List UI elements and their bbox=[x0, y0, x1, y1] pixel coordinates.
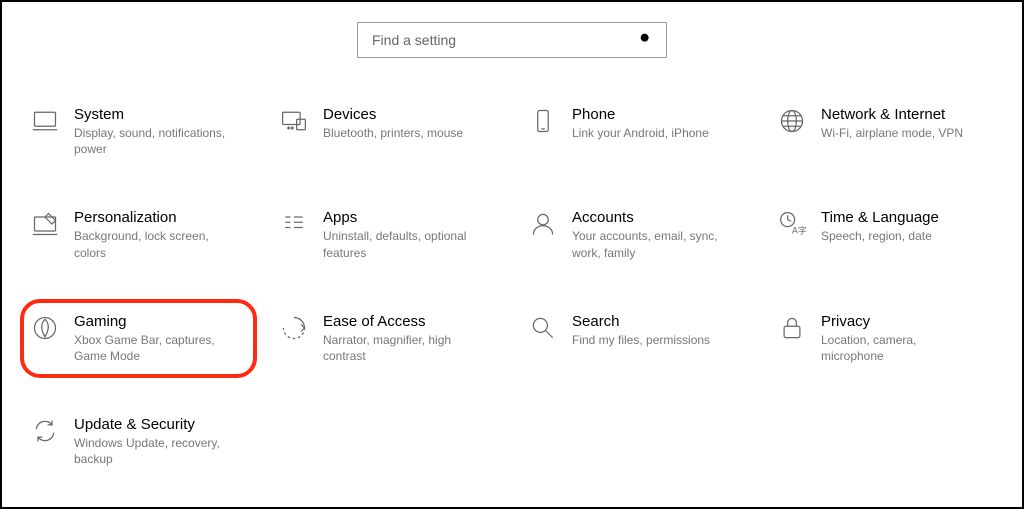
tile-text: Privacy Location, camera, microphone bbox=[821, 313, 981, 364]
search-box[interactable] bbox=[357, 22, 667, 58]
tile-title: Update & Security bbox=[74, 416, 234, 433]
tile-desc: Background, lock screen, colors bbox=[74, 228, 234, 260]
tile-time-language[interactable]: A字 Time & Language Speech, region, date bbox=[771, 201, 1000, 268]
tile-desc: Location, camera, microphone bbox=[821, 332, 981, 364]
tile-personalization[interactable]: Personalization Background, lock screen,… bbox=[24, 201, 253, 268]
tile-desc: Your accounts, email, sync, work, family bbox=[572, 228, 732, 260]
tile-privacy[interactable]: Privacy Location, camera, microphone bbox=[771, 305, 1000, 372]
tile-title: Network & Internet bbox=[821, 106, 963, 123]
search-container bbox=[16, 22, 1008, 58]
tile-system[interactable]: System Display, sound, notifications, po… bbox=[24, 98, 253, 165]
tile-text: Time & Language Speech, region, date bbox=[821, 209, 939, 244]
tile-text: Personalization Background, lock screen,… bbox=[74, 209, 234, 260]
tile-title: Search bbox=[572, 313, 710, 330]
phone-icon bbox=[528, 106, 558, 136]
ease-of-access-icon bbox=[279, 313, 309, 343]
tile-text: Network & Internet Wi-Fi, airplane mode,… bbox=[821, 106, 963, 141]
tile-gaming[interactable]: Gaming Xbox Game Bar, captures, Game Mod… bbox=[20, 299, 257, 378]
tile-desc: Windows Update, recovery, backup bbox=[74, 435, 234, 467]
tile-desc: Speech, region, date bbox=[821, 228, 939, 244]
tile-accounts[interactable]: Accounts Your accounts, email, sync, wor… bbox=[522, 201, 751, 268]
devices-icon bbox=[279, 106, 309, 136]
tile-apps[interactable]: Apps Uninstall, defaults, optional featu… bbox=[273, 201, 502, 268]
tile-ease-of-access[interactable]: Ease of Access Narrator, magnifier, high… bbox=[273, 305, 502, 372]
apps-icon bbox=[279, 209, 309, 239]
settings-grid: System Display, sound, notifications, po… bbox=[16, 98, 1008, 476]
tile-title: Accounts bbox=[572, 209, 732, 226]
personalization-icon bbox=[30, 209, 60, 239]
search-tile-icon bbox=[528, 313, 558, 343]
tile-phone[interactable]: Phone Link your Android, iPhone bbox=[522, 98, 751, 165]
tile-text: Update & Security Windows Update, recove… bbox=[74, 416, 234, 467]
update-icon bbox=[30, 416, 60, 446]
tile-text: System Display, sound, notifications, po… bbox=[74, 106, 234, 157]
search-icon bbox=[638, 31, 654, 50]
tile-desc: Bluetooth, printers, mouse bbox=[323, 125, 463, 141]
tile-desc: Narrator, magnifier, high contrast bbox=[323, 332, 483, 364]
tile-text: Devices Bluetooth, printers, mouse bbox=[323, 106, 463, 141]
svg-text:A字: A字 bbox=[792, 225, 806, 236]
tile-title: System bbox=[74, 106, 234, 123]
tile-devices[interactable]: Devices Bluetooth, printers, mouse bbox=[273, 98, 502, 165]
search-input[interactable] bbox=[370, 31, 638, 49]
tile-title: Gaming bbox=[74, 313, 234, 330]
tile-text: Accounts Your accounts, email, sync, wor… bbox=[572, 209, 732, 260]
tile-title: Phone bbox=[572, 106, 709, 123]
settings-window: System Display, sound, notifications, po… bbox=[0, 0, 1024, 509]
tile-title: Apps bbox=[323, 209, 483, 226]
tile-desc: Wi-Fi, airplane mode, VPN bbox=[821, 125, 963, 141]
tile-text: Ease of Access Narrator, magnifier, high… bbox=[323, 313, 483, 364]
tile-desc: Display, sound, notifications, power bbox=[74, 125, 234, 157]
tile-update-security[interactable]: Update & Security Windows Update, recove… bbox=[24, 408, 253, 475]
tile-title: Privacy bbox=[821, 313, 981, 330]
tile-network[interactable]: Network & Internet Wi-Fi, airplane mode,… bbox=[771, 98, 1000, 165]
accounts-icon bbox=[528, 209, 558, 239]
privacy-icon bbox=[777, 313, 807, 343]
tile-desc: Xbox Game Bar, captures, Game Mode bbox=[74, 332, 234, 364]
tile-text: Search Find my files, permissions bbox=[572, 313, 710, 348]
tile-desc: Link your Android, iPhone bbox=[572, 125, 709, 141]
tile-text: Phone Link your Android, iPhone bbox=[572, 106, 709, 141]
tile-desc: Find my files, permissions bbox=[572, 332, 710, 348]
tile-desc: Uninstall, defaults, optional features bbox=[323, 228, 483, 260]
time-language-icon: A字 bbox=[777, 209, 807, 239]
tile-title: Ease of Access bbox=[323, 313, 483, 330]
tile-title: Time & Language bbox=[821, 209, 939, 226]
tile-title: Devices bbox=[323, 106, 463, 123]
tile-title: Personalization bbox=[74, 209, 234, 226]
system-icon bbox=[30, 106, 60, 136]
gaming-icon bbox=[30, 313, 60, 343]
tile-text: Gaming Xbox Game Bar, captures, Game Mod… bbox=[74, 313, 234, 364]
globe-icon bbox=[777, 106, 807, 136]
tile-text: Apps Uninstall, defaults, optional featu… bbox=[323, 209, 483, 260]
tile-search[interactable]: Search Find my files, permissions bbox=[522, 305, 751, 372]
